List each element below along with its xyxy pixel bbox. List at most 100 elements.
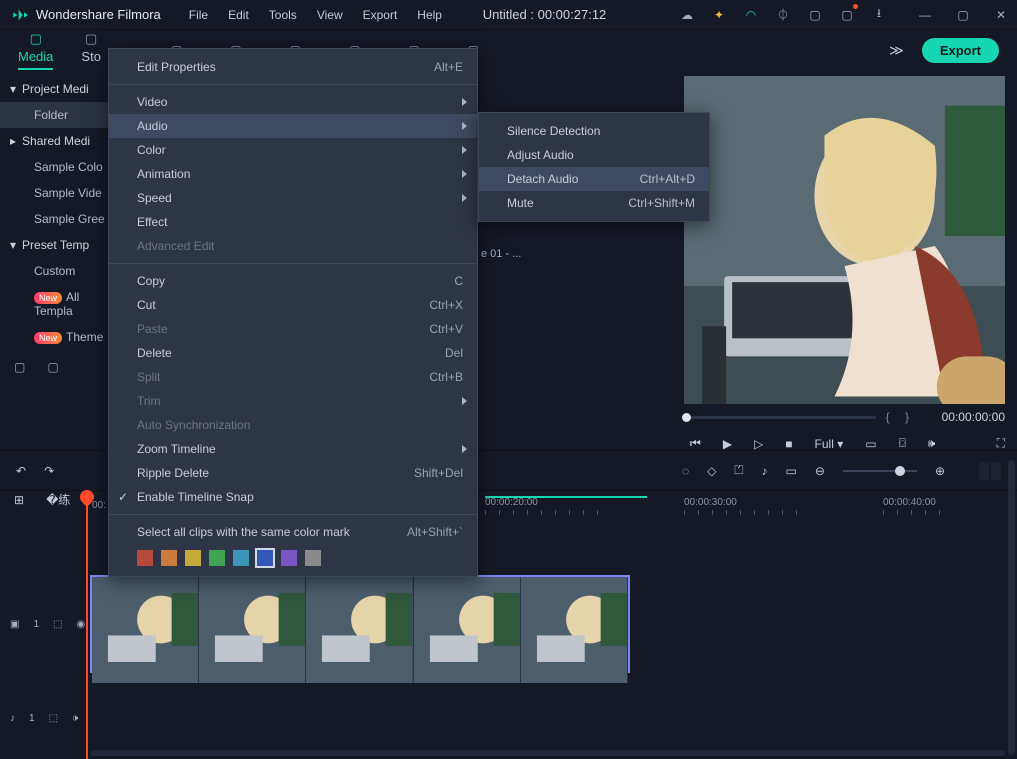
color-swatch[interactable]	[257, 550, 273, 566]
ctx-item[interactable]: Enable Timeline Snap	[109, 485, 477, 509]
section-preset-templates[interactable]: ▾Preset Temp	[0, 232, 123, 258]
download-icon[interactable]: ⭳	[871, 7, 887, 23]
ctx-item[interactable]: Video	[109, 90, 477, 114]
track-type-icon[interactable]: ▣	[10, 619, 19, 630]
maximize-icon[interactable]: ▢	[955, 7, 971, 23]
undo-icon[interactable]: ↶	[16, 464, 26, 478]
mic-icon[interactable]: ⏍	[734, 463, 743, 478]
ctx-item[interactable]: CutCtrl+X	[109, 293, 477, 317]
ctx-item[interactable]: CopyC	[109, 269, 477, 293]
add-folder-icon[interactable]: ▢	[14, 360, 25, 374]
link-icon[interactable]: �练	[46, 491, 70, 508]
cloud-icon[interactable]: ☁	[679, 7, 695, 23]
visibility-icon[interactable]: ◉	[76, 619, 85, 630]
video-track-index: 1	[33, 619, 39, 630]
music-icon[interactable]: ♪	[762, 464, 768, 478]
redo-icon[interactable]: ↷	[44, 464, 54, 478]
menu-file[interactable]: File	[181, 4, 216, 26]
headphones-icon[interactable]: ◠	[743, 7, 759, 23]
tab-stock[interactable]: Sto	[81, 49, 101, 64]
quality-label: Full	[815, 437, 834, 451]
marker-braces[interactable]: { }	[886, 410, 915, 424]
color-swatch[interactable]	[281, 550, 297, 566]
speaker-icon[interactable]: 🕩	[72, 713, 78, 724]
quality-selector[interactable]: Full ▾	[815, 437, 844, 451]
sidebar-item-all-templates[interactable]: NewAll Templa	[0, 284, 123, 324]
prev-frame-icon[interactable]: ⏮	[690, 436, 701, 451]
document-title: Untitled : 00:00:27:12	[410, 7, 679, 22]
sidebar-item-sample-video[interactable]: Sample Vide	[0, 180, 123, 206]
ctx-item[interactable]: Color	[109, 138, 477, 162]
chevron-right-icon: ▸	[10, 134, 16, 148]
stop-icon[interactable]: ■	[785, 437, 792, 451]
zoom-slider[interactable]	[843, 470, 917, 472]
color-swatch[interactable]	[233, 550, 249, 566]
ctx-item[interactable]: Effect	[109, 210, 477, 234]
volume-icon[interactable]: 🕪	[928, 436, 936, 451]
horizontal-scrollbar[interactable]	[90, 750, 1005, 756]
video-clip[interactable]: ▸	[90, 575, 630, 673]
ctx-sub-item[interactable]: MuteCtrl+Shift+M	[479, 191, 709, 215]
zoom-in-icon[interactable]: ⊕	[935, 464, 945, 478]
sidebar-item-custom[interactable]: Custom	[0, 258, 123, 284]
ctx-item[interactable]: Audio	[109, 114, 477, 138]
target-icon[interactable]: ◌	[682, 464, 689, 478]
color-swatch[interactable]	[185, 550, 201, 566]
color-swatch[interactable]	[137, 550, 153, 566]
user-icon[interactable]: ⏀	[775, 7, 791, 23]
ctx-item[interactable]: DeleteDel	[109, 341, 477, 365]
section-project-media-label: Project Medi	[22, 82, 89, 96]
color-swatch[interactable]	[161, 550, 177, 566]
preview-viewport[interactable]	[684, 76, 1005, 404]
vertical-scrollbar[interactable]	[1008, 460, 1015, 755]
menu-tools[interactable]: Tools	[261, 4, 305, 26]
ctx-item[interactable]: Ripple DeleteShift+Del	[109, 461, 477, 485]
ctx-sub-item[interactable]: Adjust Audio	[479, 143, 709, 167]
sidebar-item-theme[interactable]: NewTheme	[0, 324, 123, 350]
display-icon[interactable]: ▭	[865, 437, 876, 451]
ctx-sub-item[interactable]: Detach AudioCtrl+Alt+D	[479, 167, 709, 191]
sidebar-item-sample-colors[interactable]: Sample Colo	[0, 154, 123, 180]
play-icon[interactable]: ▶	[723, 437, 732, 451]
fullscreen-icon[interactable]: ⛶	[997, 436, 1005, 451]
snapshot-icon[interactable]: ⌼	[899, 436, 906, 451]
next-frame-icon[interactable]: ▷	[754, 437, 763, 451]
compare-icon[interactable]	[979, 462, 1001, 480]
more-panels-icon[interactable]: ≫	[889, 42, 904, 59]
ctx-sub-item[interactable]: Silence Detection	[479, 119, 709, 143]
save-icon[interactable]: ▢	[807, 7, 823, 23]
ctx-item[interactable]: Speed	[109, 186, 477, 210]
menu-edit[interactable]: Edit	[220, 4, 257, 26]
save-alert-icon[interactable]: ▢	[839, 7, 855, 23]
thumbnail-caption: e 01 - ...	[481, 248, 521, 260]
section-shared-media[interactable]: ▸Shared Medi	[0, 128, 123, 154]
music-icon[interactable]: ♪	[10, 713, 15, 724]
close-icon[interactable]: ✕	[993, 7, 1009, 23]
color-swatch[interactable]	[209, 550, 225, 566]
sidebar-item-sample-green[interactable]: Sample Gree	[0, 206, 123, 232]
folder-icon[interactable]: ▢	[47, 360, 58, 374]
ctx-item[interactable]: Animation	[109, 162, 477, 186]
scrub-track[interactable]	[684, 416, 876, 419]
zoom-out-icon[interactable]: ⊖	[815, 464, 825, 478]
ctx-item[interactable]: Edit PropertiesAlt+E	[109, 55, 477, 79]
menu-view[interactable]: View	[309, 4, 351, 26]
context-menu-audio: Silence DetectionAdjust AudioDetach Audi…	[478, 112, 710, 222]
sparkle-icon[interactable]: ✦	[711, 7, 727, 23]
ctx-item: SplitCtrl+B	[109, 365, 477, 389]
tab-media[interactable]: Media	[18, 49, 53, 70]
lock-icon[interactable]: ⬚	[49, 713, 58, 724]
shield-icon[interactable]: ◇	[707, 464, 716, 478]
lock-icon[interactable]: ⬚	[53, 619, 62, 630]
minimize-icon[interactable]: —	[917, 7, 933, 23]
ruler-mark: 00:00:20:00	[485, 497, 598, 515]
sidebar-item-folder[interactable]: Folder	[0, 102, 123, 128]
crop-icon[interactable]: ▭	[786, 464, 797, 478]
export-button[interactable]: Export	[922, 38, 999, 63]
add-track-icon[interactable]: ⊞	[14, 493, 24, 507]
section-project-media[interactable]: ▾Project Medi	[0, 76, 123, 102]
ctx-item[interactable]: Zoom Timeline	[109, 437, 477, 461]
ctx-item[interactable]: Select all clips with the same color mar…	[109, 520, 477, 544]
color-swatch[interactable]	[305, 550, 321, 566]
menu-export[interactable]: Export	[355, 4, 406, 26]
